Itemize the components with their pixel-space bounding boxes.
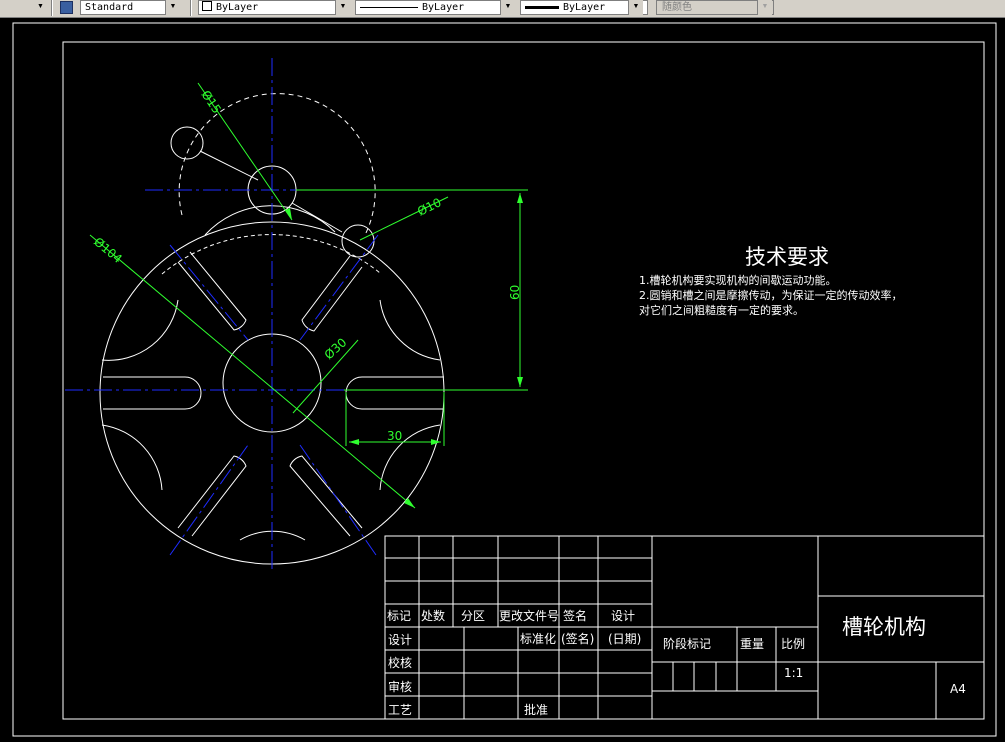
text-style-icon[interactable] bbox=[60, 1, 73, 14]
text-style-value: Standard bbox=[85, 2, 134, 13]
center-lines bbox=[65, 58, 470, 570]
slot-left bbox=[103, 376, 202, 410]
tb-stage-mark: 阶段标记 bbox=[663, 636, 711, 651]
locking-arc bbox=[204, 205, 336, 236]
lineweight-value: ByLayer bbox=[563, 2, 606, 13]
tech-line-2: 2.圆销和槽之间是摩擦传动，为保证一定的传动效率， bbox=[639, 288, 903, 302]
dim-d15: Ø15 bbox=[199, 88, 224, 116]
locking-arc bbox=[379, 299, 441, 361]
toolbar-separator bbox=[190, 0, 192, 16]
dropdown-arrow-icon[interactable]: ▼ bbox=[33, 0, 48, 15]
slot-upper-left bbox=[177, 251, 247, 331]
tb-header-change-doc: 更改文件号 bbox=[499, 608, 559, 623]
dropdown-arrow-icon[interactable]: ▼ bbox=[500, 0, 515, 15]
tb-header-zone: 分区 bbox=[461, 609, 485, 623]
tb-header-signature: 签名 bbox=[563, 608, 587, 623]
dropdown-arrow-icon[interactable]: ▼ bbox=[165, 0, 180, 15]
dim-d30: Ø30 bbox=[322, 335, 350, 362]
tb-header-design: 设计 bbox=[611, 609, 635, 623]
tb-date: (日期) bbox=[608, 632, 641, 646]
tech-title: 技术要求 bbox=[745, 245, 829, 269]
slot-right bbox=[345, 376, 444, 410]
crank-arm bbox=[199, 150, 259, 181]
locking-arc bbox=[101, 424, 163, 491]
tb-ratio: 比例 bbox=[781, 637, 805, 651]
dropdown-arrow-icon: ▼ bbox=[757, 0, 772, 15]
tb-process: 工艺 bbox=[388, 703, 412, 717]
dim-30: 30 bbox=[387, 429, 402, 443]
tb-review: 审核 bbox=[388, 679, 412, 694]
color-select[interactable]: ByLayer bbox=[198, 0, 350, 15]
tb-sign: (签名) bbox=[561, 631, 594, 646]
lineweight-preview-icon bbox=[525, 5, 559, 9]
dimension-lines bbox=[89, 82, 528, 509]
plot-style-value: 随颜色 bbox=[662, 2, 692, 13]
color-swatch-icon bbox=[202, 1, 212, 11]
tb-check: 校核 bbox=[388, 655, 412, 670]
locking-arc bbox=[101, 299, 179, 361]
drawing-canvas[interactable]: Ø15 Ø10 Ø104 Ø30 60 30 技术要求 1.槽轮机构要实现机构的… bbox=[0, 17, 1005, 742]
dropdown-arrow-icon[interactable]: ▼ bbox=[335, 0, 350, 15]
dim-d104: Ø104 bbox=[91, 235, 125, 267]
slot-upper-right bbox=[301, 255, 363, 332]
dim-d10: Ø10 bbox=[415, 195, 443, 218]
drive-pin-circle bbox=[341, 224, 375, 258]
tb-approve: 批准 bbox=[524, 702, 548, 717]
tech-notes: 1.槽轮机构要实现机构的间歇运动功能。 2.圆销和槽之间是摩擦传动，为保证一定的… bbox=[639, 273, 903, 317]
crank-pin-circle bbox=[170, 126, 204, 160]
tb-sheet-size: A4 bbox=[950, 682, 966, 696]
tb-design: 设计 bbox=[388, 633, 412, 647]
tb-standardize: 标准化 bbox=[520, 632, 556, 646]
linetype-preview-icon bbox=[360, 6, 418, 8]
tb-drawing-name: 槽轮机构 bbox=[842, 615, 926, 639]
dimension-arrows bbox=[285, 193, 523, 508]
tb-weight: 重量 bbox=[740, 637, 764, 651]
tb-header-count: 处数 bbox=[421, 608, 445, 623]
tb-header-mark: 标记 bbox=[387, 609, 411, 623]
dropdown-arrow-icon[interactable]: ▼ bbox=[628, 0, 643, 15]
linetype-select[interactable]: ByLayer bbox=[355, 0, 515, 15]
tb-ratio-value: 1:1 bbox=[784, 666, 803, 680]
tech-line-3: 对它们之间粗糙度有一定的要求。 bbox=[639, 303, 804, 317]
color-value: ByLayer bbox=[216, 2, 259, 13]
slot-lower-right bbox=[289, 455, 363, 537]
dim-60: 60 bbox=[508, 285, 522, 300]
properties-toolbar: ▼ Standard ▼ ByLayer ▼ ByLayer ▼ ByLayer… bbox=[0, 0, 1005, 18]
toolbar-separator bbox=[51, 0, 53, 16]
linetype-value: ByLayer bbox=[422, 2, 465, 13]
tech-line-1: 1.槽轮机构要实现机构的间歇运动功能。 bbox=[639, 273, 837, 287]
